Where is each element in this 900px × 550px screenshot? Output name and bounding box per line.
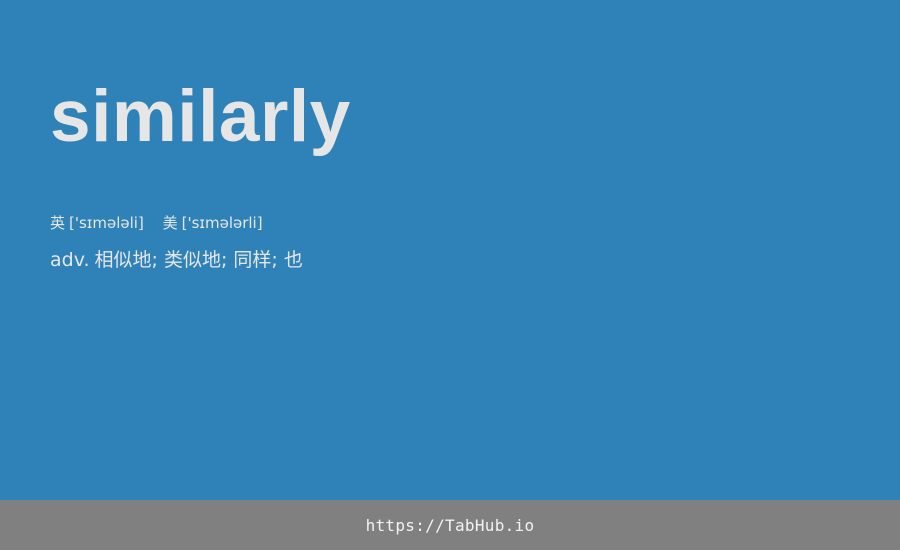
definition-meanings: 相似地; 类似地; 同样; 也 (94, 249, 303, 271)
pronunciation-ipa-us: ['sɪmələrli] (181, 214, 263, 232)
pronunciation-uk: 英 ['sɪmələli] (50, 212, 144, 234)
pronunciation-us: 美 ['sɪmələrli] (163, 212, 263, 234)
page: similarly 英 ['sɪmələli] 美 ['sɪmələrli] adv… (0, 0, 900, 550)
word-card: similarly 英 ['sɪmələli] 美 ['sɪmələrli] adv… (50, 0, 850, 500)
pronunciation-region-uk: 英 (50, 214, 66, 232)
tabhub-link[interactable]: https://TabHub.io (366, 516, 535, 535)
pronunciation-region-us: 美 (162, 214, 178, 232)
pronunciation-ipa-uk: ['sɪmələli] (69, 214, 144, 232)
footer-bar: https://TabHub.io (0, 500, 900, 550)
definition: adv. 相似地; 类似地; 同样; 也 (50, 246, 303, 274)
headword: similarly (50, 76, 351, 157)
pronunciations: 英 ['sɪmələli] 美 ['sɪmələrli] (50, 212, 277, 234)
part-of-speech: adv. (50, 249, 90, 271)
